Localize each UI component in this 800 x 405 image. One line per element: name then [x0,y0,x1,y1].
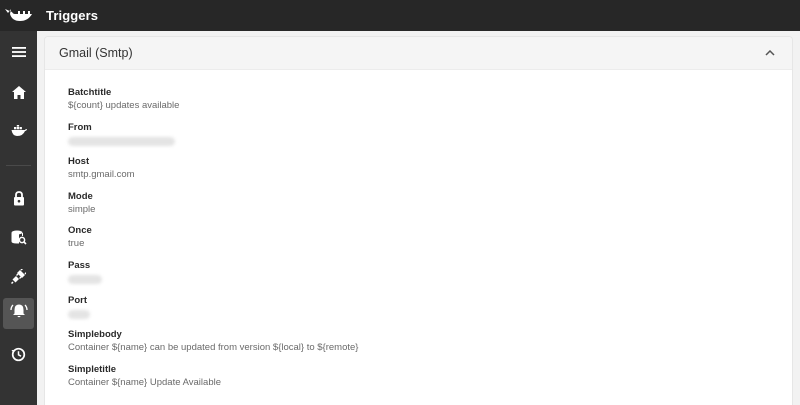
field-value: true [68,238,85,250]
sidebar-item-watchers[interactable] [3,263,34,294]
field-label: Batchtitle [68,87,112,98]
redacted-value [68,273,792,285]
docker-whale-icon [11,124,27,142]
app-bar: Triggers [0,0,800,31]
field-from: From [68,122,792,157]
whale-logo-icon[interactable] [0,0,37,31]
field-simplebody: Simplebody Container ${name} can be upda… [68,329,792,364]
field-label: Once [68,225,92,237]
field-once: Once true [68,225,792,260]
field-label: From [68,121,92,133]
sidebar-item-registries[interactable] [3,224,34,255]
sidebar-divider [6,165,31,166]
field-mode: Mode simple [68,191,792,226]
field-label: Simplebody [68,329,122,341]
field-value: Container ${name} can be updated from ve… [68,342,359,354]
field-host: Host smtp.gmail.com [68,156,792,191]
field-port: Port [68,295,792,330]
menu-button[interactable] [3,38,34,69]
database-search-icon [11,230,27,250]
bell-alarm-icon [9,303,28,324]
field-value: smtp.gmail.com [68,169,135,181]
history-icon [11,347,26,367]
field-label: Port [68,294,87,306]
sidebar-item-containers[interactable] [3,117,34,148]
field-pass: Pass [68,260,792,295]
panel-title: Gmail (Smtp) [59,46,133,60]
chevron-up-icon[interactable] [762,45,778,61]
redacted-value [68,308,792,320]
sidebar-item-authentications[interactable] [3,185,34,216]
field-label: Pass [68,259,91,271]
sidebar-item-triggers[interactable] [3,298,34,329]
field-value: ${count} updates available [68,100,180,111]
field-label: Mode [68,190,93,202]
home-icon [11,85,26,104]
plug-icon [10,266,28,289]
field-value: simple [68,203,96,215]
menu-icon [11,45,26,63]
main-content: Gmail (Smtp) Batchtitle ${count} updates… [37,31,800,405]
sidebar-item-home[interactable] [3,79,34,110]
field-value: Container ${name} Update Available [68,376,221,388]
lock-icon [13,190,25,211]
panel-header[interactable]: Gmail (Smtp) [45,37,792,70]
trigger-config: Batchtitle ${count} updates available Fr… [45,70,792,398]
trigger-panel: Gmail (Smtp) Batchtitle ${count} updates… [44,36,793,405]
redacted-value [68,135,792,147]
field-simpletitle: Simpletitle Container ${name} Update Ava… [68,364,792,399]
sidebar [0,31,37,405]
field-label: Host [68,156,90,168]
field-batchtitle: Batchtitle ${count} updates available [68,87,792,122]
page-title: Triggers [46,8,99,23]
field-label: Simpletitle [68,363,117,375]
sidebar-item-history[interactable] [3,341,34,372]
